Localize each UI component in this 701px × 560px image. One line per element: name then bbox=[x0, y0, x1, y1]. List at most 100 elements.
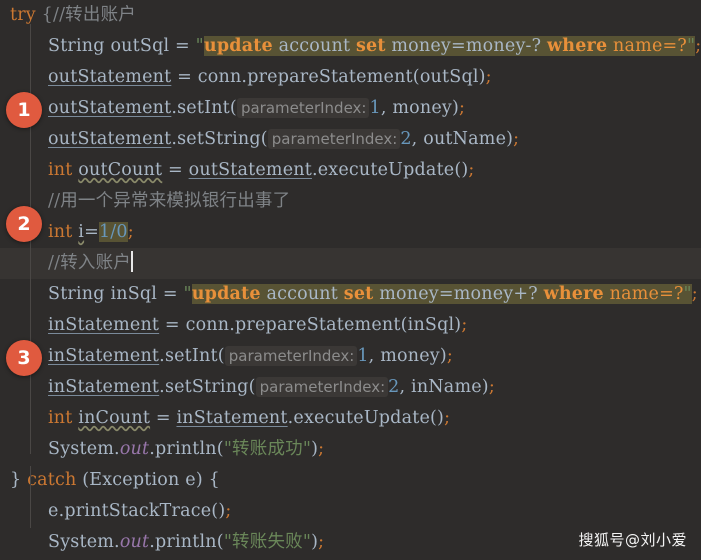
sql-injection-insql: update account set money=money+? where n… bbox=[192, 284, 692, 304]
identifier-outstatement: outStatement bbox=[189, 160, 312, 180]
paren-open: ( bbox=[261, 129, 268, 149]
paren-open: ( bbox=[413, 67, 420, 87]
identifier-conn: conn bbox=[198, 67, 242, 87]
method-preparestatement: prepareStatement bbox=[235, 315, 401, 335]
field-out: out bbox=[120, 439, 149, 459]
sql-assignment: money=money-? bbox=[391, 36, 541, 56]
semicolon: ; bbox=[695, 36, 701, 56]
code-line[interactable]: outStatement.setInt(parameterIndex:1, mo… bbox=[0, 93, 701, 124]
string-close-quote: " bbox=[684, 284, 692, 304]
step-badge-1: 1 bbox=[6, 92, 42, 128]
code-line[interactable]: int i=1/0; bbox=[0, 217, 701, 248]
inlay-hint-parameterindex[interactable]: parameterIndex: bbox=[225, 346, 358, 366]
type-string: String bbox=[48, 284, 105, 304]
comma: , bbox=[400, 377, 412, 397]
sql-condition: name=? bbox=[610, 284, 684, 304]
sql-injection-outsql: update account set money=money-? where n… bbox=[204, 36, 695, 56]
semicolon: ; bbox=[461, 315, 467, 335]
parens: () bbox=[211, 501, 225, 521]
code-line[interactable]: String outSql = "update account set mone… bbox=[0, 31, 701, 62]
method-setstring: setString bbox=[165, 377, 249, 397]
sql-condition: name=? bbox=[613, 36, 687, 56]
code-line[interactable]: } catch (Exception e) { bbox=[0, 465, 701, 496]
operator-assign: = bbox=[162, 160, 188, 180]
keyword-int: int bbox=[48, 222, 73, 242]
sql-keyword-update: update bbox=[192, 284, 261, 304]
code-line[interactable]: inStatement = conn.prepareStatement(inSq… bbox=[0, 310, 701, 341]
class-system: System bbox=[48, 532, 114, 552]
inlay-hint-parameterindex[interactable]: parameterIndex: bbox=[256, 377, 389, 397]
semicolon: ; bbox=[444, 408, 450, 428]
method-setint: setInt bbox=[177, 98, 230, 118]
identifier-instatement: inStatement bbox=[48, 315, 159, 335]
code-line[interactable]: System.out.println("转账成功"); bbox=[0, 434, 701, 465]
code-line[interactable]: int inCount = inStatement.executeUpdate(… bbox=[0, 403, 701, 434]
identifier-e: e bbox=[48, 501, 59, 521]
code-line-current[interactable]: //转入账户 bbox=[0, 248, 701, 279]
expression-divide-by-zero: 1/0 bbox=[99, 222, 128, 242]
code-line[interactable]: int outCount = outStatement.executeUpdat… bbox=[0, 155, 701, 186]
brace-open: { bbox=[209, 470, 220, 490]
identifier-outcount: outCount bbox=[78, 160, 162, 180]
method-executeupdate: executeUpdate bbox=[293, 408, 430, 428]
semicolon: ; bbox=[318, 532, 324, 552]
code-line[interactable]: inStatement.setInt(parameterIndex:1, mon… bbox=[0, 341, 701, 372]
semicolon: ; bbox=[128, 222, 134, 242]
comment-transfer-in: //转入账户 bbox=[48, 253, 131, 273]
identifier-incount: inCount bbox=[78, 408, 150, 428]
code-line[interactable]: outStatement = conn.prepareStatement(out… bbox=[0, 62, 701, 93]
sql-keyword-where: where bbox=[547, 36, 607, 56]
watermark: 搜狐号@刘小爱 bbox=[578, 529, 687, 550]
paren-open: ( bbox=[401, 315, 408, 335]
code-line[interactable]: outStatement.setString(parameterIndex:2,… bbox=[0, 124, 701, 155]
keyword-try: try bbox=[10, 5, 36, 25]
inlay-hint-parameterindex[interactable]: parameterIndex: bbox=[237, 98, 370, 118]
semicolon: ; bbox=[447, 346, 453, 366]
identifier-instatement: inStatement bbox=[48, 346, 159, 366]
semicolon: ; bbox=[489, 377, 495, 397]
arg-money: money bbox=[380, 346, 440, 366]
sql-keyword-where: where bbox=[544, 284, 604, 304]
identifier-insql: inSql bbox=[110, 284, 157, 304]
code-line[interactable]: String inSql = "update account set money… bbox=[0, 279, 701, 310]
type-exception: Exception bbox=[89, 470, 179, 490]
code-line[interactable]: //用一个异常来模拟银行出事了 bbox=[0, 186, 701, 217]
code-line[interactable]: try {//转出账户 bbox=[0, 0, 701, 31]
comment-transfer-out: {//转出账户 bbox=[42, 5, 136, 25]
semicolon: ; bbox=[318, 439, 324, 459]
code-line[interactable]: inStatement.setString(parameterIndex:2, … bbox=[0, 372, 701, 403]
sql-table-account: account bbox=[279, 36, 351, 56]
step-badge-3: 3 bbox=[6, 340, 42, 376]
parens: () bbox=[454, 160, 468, 180]
parens: () bbox=[430, 408, 444, 428]
operator-assign: = bbox=[159, 315, 185, 335]
string-transfer-success: "转账成功" bbox=[224, 439, 311, 459]
inlay-hint-parameterindex[interactable]: parameterIndex: bbox=[268, 129, 401, 149]
semicolon: ; bbox=[459, 98, 465, 118]
identifier-instatement: inStatement bbox=[176, 408, 287, 428]
code-editor-screenshot: try {//转出账户 String outSql = "update acco… bbox=[0, 0, 701, 560]
comma: , bbox=[412, 129, 424, 149]
semicolon: ; bbox=[692, 284, 698, 304]
keyword-int: int bbox=[48, 408, 73, 428]
paren-open: ( bbox=[249, 377, 256, 397]
type-string: String bbox=[48, 36, 105, 56]
keyword-catch: catch bbox=[27, 470, 76, 490]
sql-keyword-update: update bbox=[204, 36, 273, 56]
semicolon: ; bbox=[225, 501, 231, 521]
comma: , bbox=[381, 98, 393, 118]
field-out: out bbox=[120, 532, 149, 552]
code-line[interactable]: e.printStackTrace(); bbox=[0, 496, 701, 527]
operator-assign: = bbox=[150, 408, 176, 428]
text-caret bbox=[131, 251, 133, 272]
paren-open: ( bbox=[217, 532, 224, 552]
code-editor-content[interactable]: try {//转出账户 String outSql = "update acco… bbox=[0, 0, 701, 560]
identifier-outstatement: outStatement bbox=[48, 129, 171, 149]
sql-assignment: money=money+? bbox=[379, 284, 538, 304]
operator-assign: = bbox=[169, 36, 195, 56]
arg-inname: inName bbox=[411, 377, 482, 397]
operator-assign: = bbox=[157, 284, 183, 304]
brace-close: } bbox=[10, 470, 21, 490]
arg-index-2: 2 bbox=[400, 129, 411, 149]
semicolon: ; bbox=[513, 129, 519, 149]
